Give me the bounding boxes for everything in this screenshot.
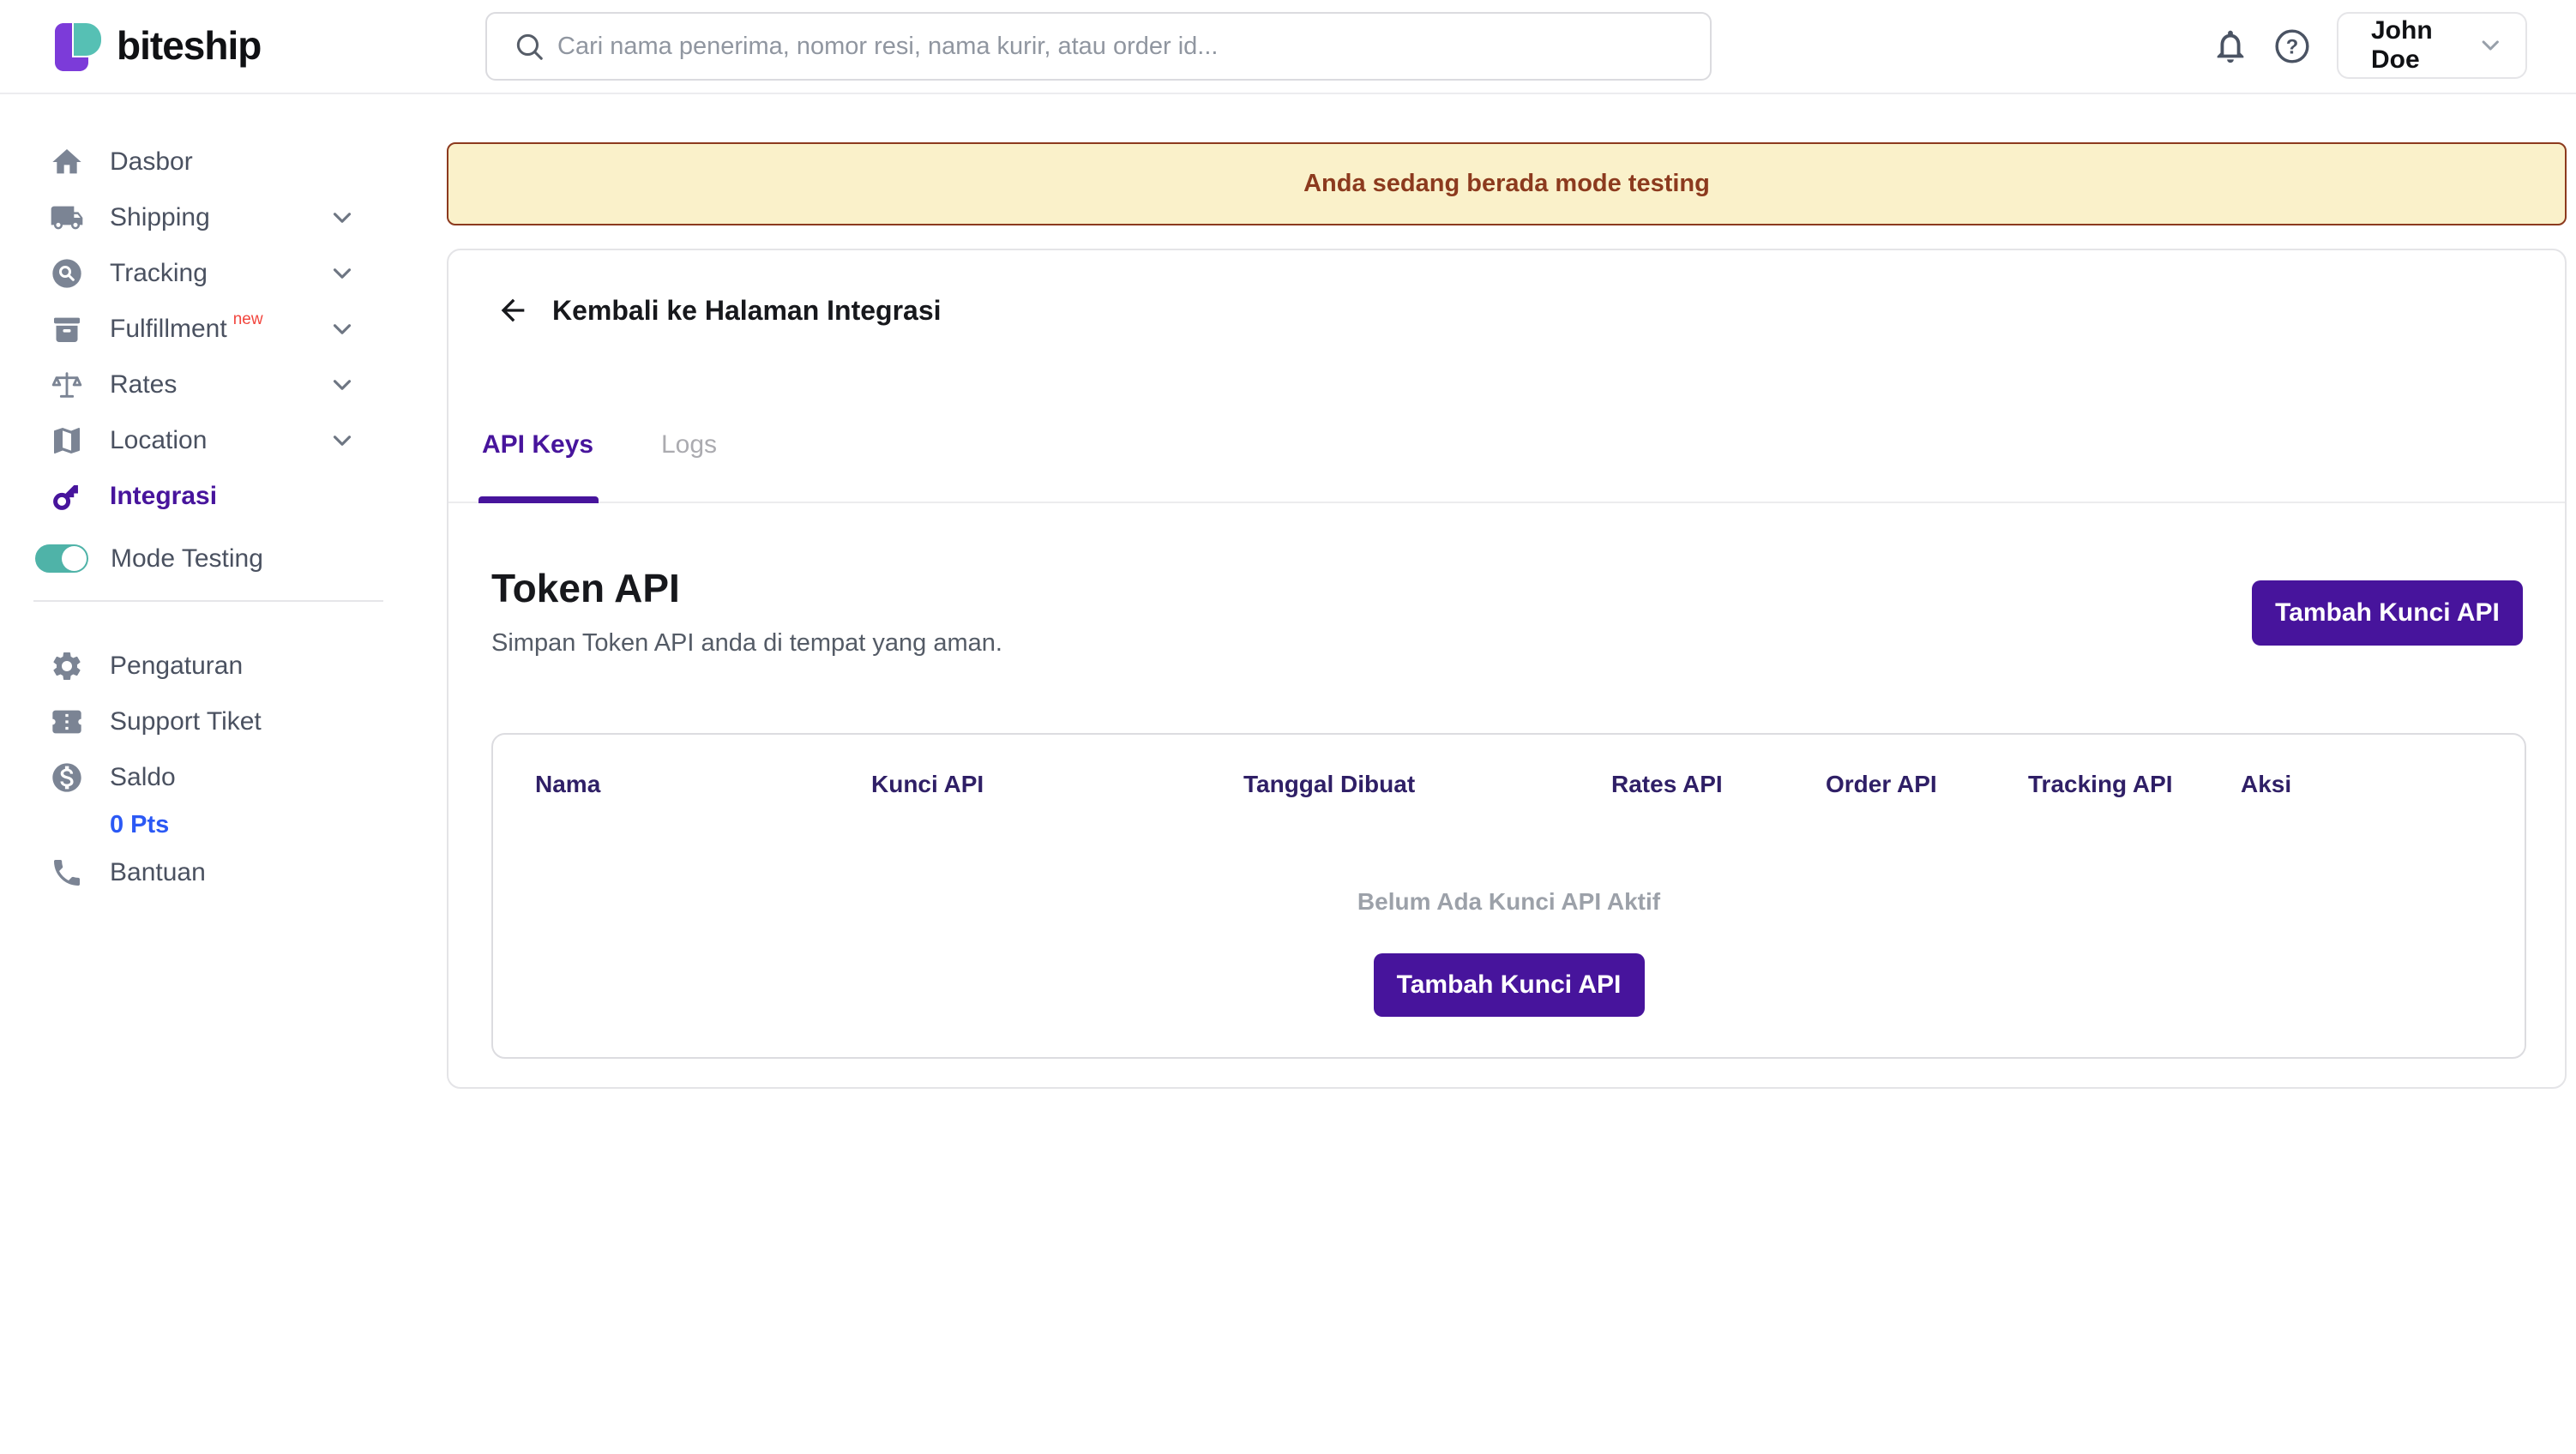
- sidebar-item-label: Fulfillment: [110, 315, 227, 344]
- saldo-points-row[interactable]: 0 Pts: [0, 805, 420, 844]
- biteship-logo[interactable]: biteship: [50, 18, 261, 73]
- truck-icon: [50, 201, 84, 235]
- empty-state-add-api-key-button[interactable]: Tambah Kunci API: [1374, 953, 1645, 1017]
- home-icon: [50, 145, 84, 179]
- box-icon: [50, 312, 84, 346]
- active-tab-underline: [478, 496, 599, 503]
- sidebar-item-label: Dasbor: [110, 147, 193, 177]
- key-icon: [50, 479, 84, 514]
- search-icon: [513, 30, 545, 63]
- sidebar-item-label: Bantuan: [110, 858, 206, 887]
- gear-icon: [50, 649, 84, 683]
- column-header-rates-api: Rates API: [1611, 771, 1826, 798]
- search-input[interactable]: [557, 16, 1693, 76]
- sidebar-item-bantuan[interactable]: Bantuan: [0, 844, 420, 900]
- column-header-kunci-api: Kunci API: [871, 771, 1243, 798]
- back-link-label[interactable]: Kembali ke Halaman Integrasi: [552, 295, 942, 327]
- chevron-down-icon: [328, 259, 357, 288]
- help-icon[interactable]: ?: [2272, 27, 2312, 66]
- ticket-icon: [50, 705, 84, 739]
- tab-logs[interactable]: Logs: [661, 430, 717, 460]
- toggle-knob: [62, 546, 87, 571]
- column-header-tracking-api: Tracking API: [2028, 771, 2241, 798]
- phone-icon: [50, 856, 84, 890]
- api-keys-table: Nama Kunci API Tanggal Dibuat Rates API …: [491, 733, 2526, 1059]
- sidebar: Dasbor Shipping Tracking Fulfillment new: [0, 96, 420, 1454]
- integration-card: Kembali ke Halaman Integrasi API Keys Lo…: [447, 249, 2567, 1089]
- sidebar-item-label: Support Tiket: [110, 707, 262, 736]
- column-header-aksi: Aksi: [2241, 771, 2291, 798]
- chevron-down-icon: [328, 370, 357, 400]
- svg-text:?: ?: [2286, 35, 2299, 58]
- sidebar-item-label: Location: [110, 426, 207, 455]
- column-header-nama: Nama: [535, 771, 871, 798]
- sidebar-item-location[interactable]: Location: [0, 412, 420, 468]
- sidebar-item-label: Integrasi: [110, 482, 217, 511]
- main-content: Anda sedang berada mode testing Kembali …: [420, 96, 2576, 1454]
- sidebar-item-pengaturan[interactable]: Pengaturan: [0, 638, 420, 694]
- column-header-order-api: Order API: [1826, 771, 2028, 798]
- sidebar-item-label: Saldo: [110, 763, 176, 792]
- back-arrow-icon[interactable]: [496, 293, 530, 327]
- back-row: Kembali ke Halaman Integrasi: [496, 293, 942, 327]
- global-search: [485, 12, 1712, 81]
- chevron-down-icon: [328, 315, 357, 344]
- mode-testing-toggle[interactable]: [35, 544, 88, 573]
- sidebar-item-integrasi[interactable]: Integrasi: [0, 468, 420, 524]
- empty-state-title: Belum Ada Kunci API Aktif: [493, 888, 2525, 916]
- brand-name: biteship: [117, 22, 261, 69]
- map-icon: [50, 424, 84, 458]
- mode-testing-row: Mode Testing: [0, 531, 420, 586]
- section-subtitle: Simpan Token API anda di tempat yang ama…: [491, 629, 1002, 658]
- sidebar-item-shipping[interactable]: Shipping: [0, 189, 420, 245]
- new-badge: new: [233, 310, 263, 329]
- top-header: biteship ? John Doe: [0, 0, 2576, 94]
- tab-api-keys[interactable]: API Keys: [482, 430, 593, 460]
- chevron-down-icon: [2477, 30, 2505, 61]
- table-header-row: Nama Kunci API Tanggal Dibuat Rates API …: [493, 735, 2525, 798]
- sidebar-item-label: Pengaturan: [110, 652, 243, 681]
- testing-mode-banner: Anda sedang berada mode testing: [447, 142, 2567, 225]
- sidebar-item-saldo[interactable]: Saldo: [0, 749, 420, 805]
- user-menu-button[interactable]: John Doe: [2337, 12, 2527, 79]
- sidebar-item-label: Shipping: [110, 203, 210, 232]
- sidebar-item-rates[interactable]: Rates: [0, 357, 420, 412]
- mode-testing-label: Mode Testing: [111, 544, 263, 574]
- dollar-coin-icon: [50, 760, 84, 795]
- sidebar-item-fulfillment[interactable]: Fulfillment new: [0, 301, 420, 357]
- chevron-down-icon: [328, 203, 357, 232]
- sidebar-item-label: Tracking: [110, 259, 208, 288]
- saldo-points-value: 0 Pts: [110, 811, 169, 839]
- sidebar-item-support-tiket[interactable]: Support Tiket: [0, 694, 420, 749]
- user-name: John Doe: [2371, 16, 2477, 75]
- column-header-tanggal-dibuat: Tanggal Dibuat: [1243, 771, 1611, 798]
- tabs: API Keys Logs: [448, 430, 2565, 508]
- sidebar-item-tracking[interactable]: Tracking: [0, 245, 420, 301]
- tracking-icon: [50, 256, 84, 291]
- section-title: Token API: [491, 565, 680, 611]
- notifications-bell-icon[interactable]: [2211, 27, 2250, 66]
- sidebar-item-label: Rates: [110, 370, 177, 400]
- scale-icon: [50, 368, 84, 402]
- sidebar-item-dasbor[interactable]: Dasbor: [0, 134, 420, 189]
- chevron-down-icon: [328, 426, 357, 455]
- biteship-logo-icon: [50, 18, 105, 73]
- testing-mode-banner-text: Anda sedang berada mode testing: [1303, 170, 1710, 198]
- tabs-divider: [448, 502, 2565, 503]
- add-api-key-button[interactable]: Tambah Kunci API: [2252, 580, 2523, 646]
